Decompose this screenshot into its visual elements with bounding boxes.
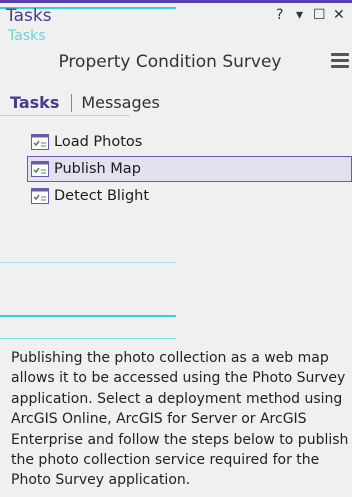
ghost-text: Tasks <box>8 28 46 44</box>
tab-tasks[interactable]: Tasks <box>10 93 59 112</box>
render-artifact-line <box>0 338 176 339</box>
task-title: Property Condition Survey <box>58 52 282 72</box>
tab-divider <box>71 93 73 112</box>
close-icon[interactable]: ✕ <box>333 7 345 23</box>
panel-top-accent <box>0 0 352 3</box>
task-item-label: Detect Blight <box>54 188 150 204</box>
tab-messages[interactable]: Messages <box>81 93 159 112</box>
task-item-load-photos[interactable]: Load Photos <box>27 129 352 155</box>
task-check-icon <box>31 161 49 177</box>
task-list: Load Photos Publish Map Detect Blight <box>27 129 352 210</box>
task-description: Publishing the photo collection as a web… <box>11 350 349 489</box>
menu-icon[interactable] <box>331 53 349 69</box>
render-artifact-line <box>0 315 176 317</box>
task-item-publish-map[interactable]: Publish Map <box>27 156 352 182</box>
task-item-detect-blight[interactable]: Detect Blight <box>27 183 352 209</box>
render-artifact-line <box>0 262 176 263</box>
help-icon[interactable]: ? <box>276 7 283 23</box>
maximize-icon[interactable]: ☐ <box>313 7 326 23</box>
tab-bar: Tasks Messages <box>10 93 160 112</box>
task-check-icon <box>31 134 49 150</box>
task-item-label: Publish Map <box>54 161 141 177</box>
panel-title: Tasks <box>6 6 52 26</box>
task-item-label: Load Photos <box>54 134 143 150</box>
task-check-icon <box>31 188 49 204</box>
dropdown-icon[interactable]: ▾ <box>296 7 303 23</box>
render-artifact-line <box>0 115 130 116</box>
